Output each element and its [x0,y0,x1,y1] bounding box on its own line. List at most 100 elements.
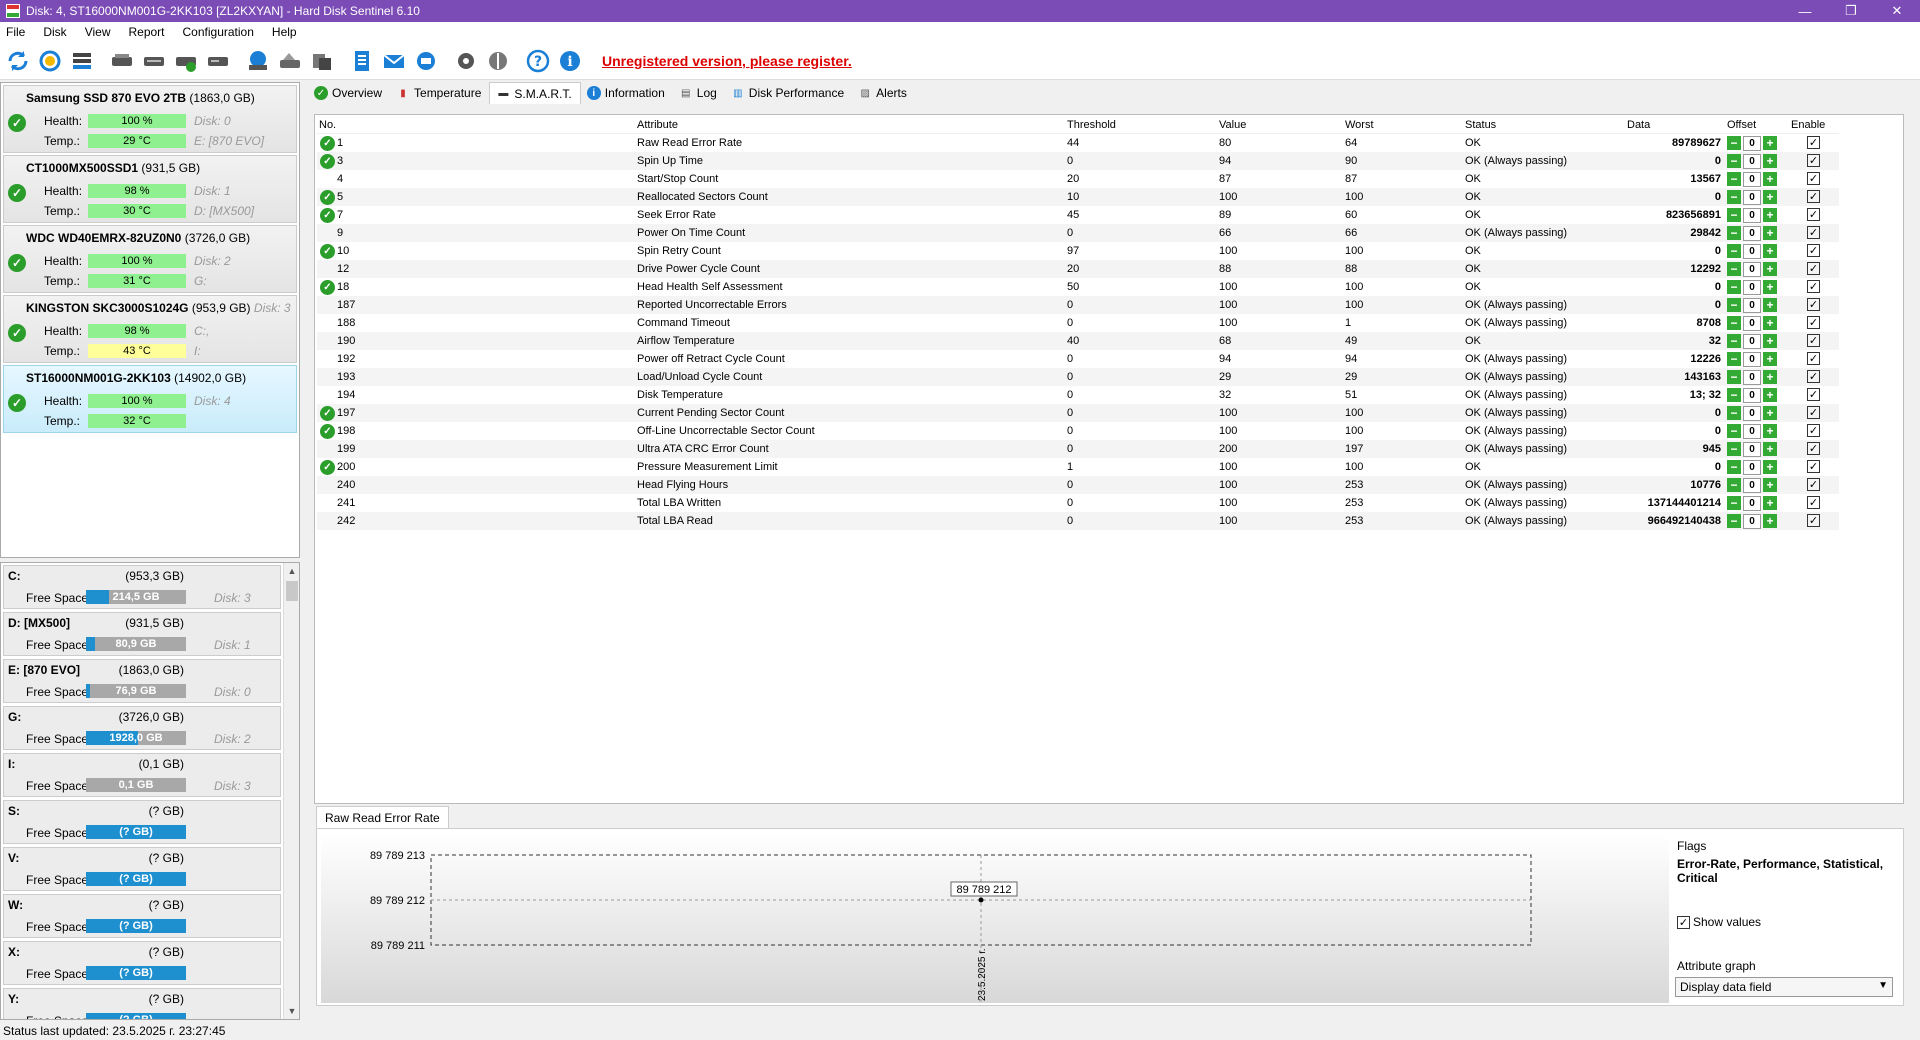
table-row[interactable]: 12 Drive Power Cycle Count 20 88 88 OK 12292−0… [317,259,1839,278]
table-row[interactable]: 199 Ultra ATA CRC Error Count 0 200 197 OK (A… [317,439,1839,458]
minus-icon[interactable]: − [1727,154,1741,168]
hdd-test-icon[interactable] [140,47,168,75]
plus-icon[interactable]: + [1763,298,1777,312]
checkbox-checked-icon[interactable]: ✓ [1807,424,1820,437]
plus-icon[interactable]: + [1763,154,1777,168]
tab-disk-performance[interactable]: ▥ Disk Performance [725,82,852,104]
offset-value[interactable]: 0 [1743,333,1761,349]
minus-icon[interactable]: − [1727,460,1741,474]
minus-icon[interactable]: − [1727,478,1741,492]
column-header[interactable]: Attribute [635,117,1065,134]
plus-icon[interactable]: + [1763,262,1777,276]
volume-scrollbar[interactable]: ▲ ▼ [283,563,299,1019]
table-row[interactable]: ✓ 18 Head Health Self Assessment 50 100 100 OK… [317,278,1839,296]
checkbox-checked-icon[interactable]: ✓ [1807,244,1820,257]
plus-icon[interactable]: + [1763,496,1777,510]
plus-icon[interactable]: + [1763,280,1777,294]
offset-value[interactable]: 0 [1743,297,1761,313]
offset-value[interactable]: 0 [1743,207,1761,223]
checkbox-checked-icon[interactable]: ✓ [1807,352,1820,365]
tab-temperature[interactable]: ▮ Temperature [390,82,489,104]
offset-value[interactable]: 0 [1743,225,1761,241]
table-row[interactable]: 190 Airflow Temperature 40 68 49 OK 32−0 + ✓ [317,331,1839,350]
checkbox-checked-icon[interactable]: ✓ [1807,154,1820,167]
minus-icon[interactable]: − [1727,136,1741,150]
checkbox-checked-icon[interactable]: ✓ [1807,334,1820,347]
checkbox-checked-icon[interactable]: ✓ [1807,280,1820,293]
plus-icon[interactable]: + [1763,442,1777,456]
minus-icon[interactable]: − [1727,298,1741,312]
plus-icon[interactable]: + [1763,226,1777,240]
checkbox-checked-icon[interactable]: ✓ [1807,460,1820,473]
checkbox-checked-icon[interactable]: ✓ [1677,915,1690,929]
plus-icon[interactable]: + [1763,514,1777,528]
plus-icon[interactable]: + [1763,406,1777,420]
disk-item[interactable]: Samsung SSD 870 EVO 2TB (1863,0 GB) ✓ He… [3,85,297,153]
volume-item[interactable]: V: (? GB) Free Space (? GB) [3,847,281,891]
minus-icon[interactable]: − [1727,172,1741,186]
checkbox-checked-icon[interactable]: ✓ [1807,208,1820,221]
close-button[interactable]: ✕ [1874,0,1920,22]
menu-help[interactable]: Help [272,25,297,39]
scroll-up-icon[interactable]: ▲ [284,563,299,579]
offset-value[interactable]: 0 [1743,495,1761,511]
table-row[interactable]: ✓ 5 Reallocated Sectors Count 10 100 100 OK 0−0… [317,187,1839,206]
checkbox-checked-icon[interactable]: ✓ [1807,136,1820,149]
offset-value[interactable]: 0 [1743,441,1761,457]
plus-icon[interactable]: + [1763,190,1777,204]
plus-icon[interactable]: + [1763,460,1777,474]
hdd-ok-icon[interactable] [172,47,200,75]
plus-icon[interactable]: + [1763,478,1777,492]
table-row[interactable]: ✓ 197 Current Pending Sector Count 0 100 100 O… [317,403,1839,422]
register-link[interactable]: Unregistered version, please register. [602,53,852,69]
table-row[interactable]: 187 Reported Uncorrectable Errors 0 100 100 O… [317,295,1839,314]
checkbox-checked-icon[interactable]: ✓ [1807,388,1820,401]
report-icon[interactable] [348,47,376,75]
minus-icon[interactable]: − [1727,514,1741,528]
maximize-button[interactable]: ❐ [1828,0,1874,22]
tab-smart[interactable]: ▬ S.M.A.R.T. [489,82,581,104]
graph-tab[interactable]: Raw Read Error Rate [316,806,449,828]
table-row[interactable]: 194 Disk Temperature 0 32 51 OK (Always passi… [317,386,1839,404]
minus-icon[interactable]: − [1727,424,1741,438]
minus-icon[interactable]: − [1727,280,1741,294]
hdd-icon[interactable] [108,47,136,75]
menu-report[interactable]: Report [128,25,164,39]
minus-icon[interactable]: − [1727,496,1741,510]
disk-item[interactable]: CT1000MX500SSD1 (931,5 GB) ✓ Health: 98 … [3,155,297,223]
backup-icon[interactable] [308,47,336,75]
minus-icon[interactable]: − [1727,334,1741,348]
disk-item[interactable]: WDC WD40EMRX-82UZ0N0 (3726,0 GB) ✓ Healt… [3,225,297,293]
table-row[interactable]: ✓ 198 Off-Line Uncorrectable Sector Count 0… [317,422,1839,440]
plus-icon[interactable]: + [1763,424,1777,438]
table-row[interactable]: ✓ 7 Seek Error Rate 45 89 60 OK 823656891−0 + ✓ [317,206,1839,224]
checkbox-checked-icon[interactable]: ✓ [1807,370,1820,383]
hdd-settings-icon[interactable] [204,47,232,75]
scroll-down-icon[interactable]: ▼ [284,1003,299,1019]
tab-log[interactable]: ▤ Log [673,82,725,104]
checkbox-checked-icon[interactable]: ✓ [1807,406,1820,419]
offset-value[interactable]: 0 [1743,423,1761,439]
table-row[interactable]: ✓ 200 Pressure Measurement Limit 1 100 100 OK 0… [317,458,1839,476]
table-row[interactable]: ✓ 1 Raw Read Error Rate 44 80 64 OK 89789627−0 +… [317,133,1839,152]
offset-value[interactable]: 0 [1743,513,1761,529]
plus-icon[interactable]: + [1763,172,1777,186]
disk-item-selected[interactable]: ST16000NM001G-2KK103 (14902,0 GB) ✓ Heal… [3,365,297,433]
preferences-icon[interactable] [484,47,512,75]
table-row[interactable]: ✓ 3 Spin Up Time 0 94 90 OK (Always passing) 0−… [317,151,1839,170]
plus-icon[interactable]: + [1763,370,1777,384]
table-row[interactable]: 188 Command Timeout 0 100 1 OK (Always passin… [317,314,1839,332]
plus-icon[interactable]: + [1763,208,1777,222]
offset-value[interactable]: 0 [1743,171,1761,187]
offset-value[interactable]: 0 [1743,279,1761,295]
offset-value[interactable]: 0 [1743,135,1761,151]
menu-file[interactable]: File [6,25,25,39]
column-header[interactable]: Data [1625,117,1725,134]
menu-configuration[interactable]: Configuration [183,25,254,39]
disk-list-icon[interactable] [68,47,96,75]
table-row[interactable]: 241 Total LBA Written 0 100 253 OK (Always pa… [317,494,1839,512]
volume-item[interactable]: X: (? GB) Free Space (? GB) [3,941,281,985]
column-header[interactable]: Status [1463,117,1625,134]
disk-item[interactable]: KINGSTON SKC3000S1024G (953,9 GB) Disk: … [3,295,297,363]
table-row[interactable]: 192 Power off Retract Cycle Count 0 94 94 OK … [317,350,1839,368]
